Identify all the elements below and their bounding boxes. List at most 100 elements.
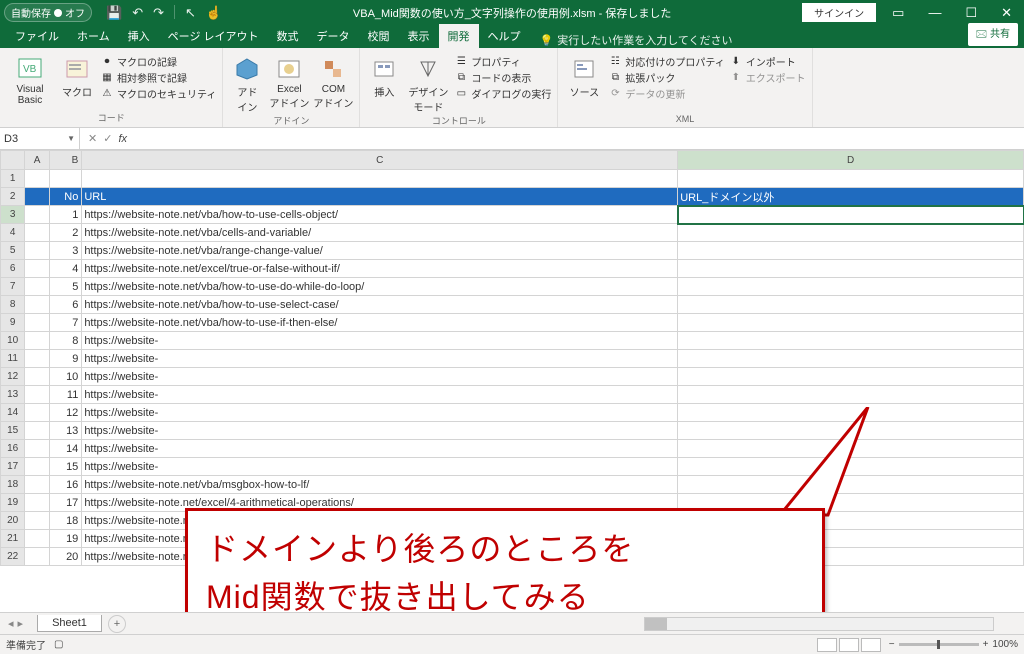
- row-header[interactable]: 19: [1, 494, 25, 512]
- cell[interactable]: 11: [49, 386, 82, 404]
- row-header[interactable]: 5: [1, 242, 25, 260]
- row-header[interactable]: 15: [1, 422, 25, 440]
- macro-security-button[interactable]: ⚠マクロのセキュリティ: [100, 86, 216, 101]
- row-header[interactable]: 3: [1, 206, 25, 224]
- signin-button[interactable]: サインイン: [802, 3, 876, 22]
- cell[interactable]: https://website-note.net/excel/true-or-f…: [82, 260, 678, 278]
- visual-basic-button[interactable]: VB Visual Basic: [6, 52, 54, 106]
- cell[interactable]: [25, 548, 49, 566]
- cell[interactable]: 6: [49, 296, 82, 314]
- cell[interactable]: [25, 296, 49, 314]
- cell[interactable]: 20: [49, 548, 82, 566]
- relative-ref-button[interactable]: ▦相対参照で記録: [100, 70, 216, 85]
- row-header[interactable]: 11: [1, 350, 25, 368]
- zoom-control[interactable]: − + 100%: [889, 639, 1018, 650]
- tab-file[interactable]: ファイル: [6, 24, 68, 48]
- pointer-icon[interactable]: ↖: [185, 5, 196, 21]
- row-header[interactable]: 16: [1, 440, 25, 458]
- tab-insert[interactable]: 挿入: [119, 24, 159, 48]
- map-properties-button[interactable]: ☷対応付けのプロパティ: [608, 54, 724, 69]
- tab-data[interactable]: データ: [308, 24, 359, 48]
- view-pagebreak-button[interactable]: [861, 638, 881, 652]
- fx-icon[interactable]: fx: [118, 133, 127, 145]
- share-button[interactable]: 🖂 共有: [968, 23, 1018, 46]
- column-header-b[interactable]: B: [49, 151, 82, 170]
- row-header[interactable]: 13: [1, 386, 25, 404]
- row-header[interactable]: 7: [1, 278, 25, 296]
- cell[interactable]: 2: [49, 224, 82, 242]
- sheet-nav-next-icon[interactable]: ▸: [18, 617, 24, 630]
- cell[interactable]: https://website-note.net/vba/how-to-use-…: [82, 278, 678, 296]
- zoom-out-icon[interactable]: −: [889, 639, 895, 650]
- enter-formula-icon[interactable]: ✓: [103, 132, 112, 145]
- hscroll-thumb[interactable]: [645, 618, 667, 630]
- row-header[interactable]: 20: [1, 512, 25, 530]
- expansion-pack-button[interactable]: ⧉拡張パック: [608, 70, 724, 85]
- name-box[interactable]: D3 ▼: [0, 128, 80, 149]
- row-header[interactable]: 17: [1, 458, 25, 476]
- cell[interactable]: [25, 206, 49, 224]
- cell[interactable]: 14: [49, 440, 82, 458]
- add-sheet-button[interactable]: +: [108, 615, 126, 633]
- zoom-slider[interactable]: [899, 643, 979, 646]
- cell[interactable]: https://website-: [82, 350, 678, 368]
- sheet-tab-active[interactable]: Sheet1: [37, 615, 102, 632]
- row-header[interactable]: 21: [1, 530, 25, 548]
- cell[interactable]: [25, 512, 49, 530]
- zoom-value[interactable]: 100%: [992, 639, 1018, 650]
- tab-review[interactable]: 校閲: [359, 24, 399, 48]
- maximize-icon[interactable]: ☐: [957, 5, 985, 21]
- cell[interactable]: [678, 386, 1024, 404]
- undo-icon[interactable]: ↶: [132, 5, 143, 21]
- column-header-c[interactable]: C: [82, 151, 678, 170]
- cell[interactable]: [25, 368, 49, 386]
- cell[interactable]: 10: [49, 368, 82, 386]
- cell[interactable]: [25, 440, 49, 458]
- macros-button[interactable]: マクロ: [58, 52, 96, 99]
- cell[interactable]: [25, 314, 49, 332]
- insert-control-button[interactable]: 挿入: [366, 52, 402, 99]
- column-header-a[interactable]: A: [25, 151, 49, 170]
- chevron-down-icon[interactable]: ▼: [67, 134, 75, 143]
- row-header[interactable]: 22: [1, 548, 25, 566]
- cell[interactable]: https://website-note.net/vba/how-to-use-…: [82, 296, 678, 314]
- cell[interactable]: 8: [49, 332, 82, 350]
- tab-help[interactable]: ヘルプ: [479, 24, 530, 48]
- cell[interactable]: [678, 278, 1024, 296]
- cell[interactable]: https://website-: [82, 458, 678, 476]
- tab-pagelayout[interactable]: ページ レイアウト: [159, 24, 268, 48]
- cell[interactable]: 15: [49, 458, 82, 476]
- cell[interactable]: [25, 278, 49, 296]
- minimize-icon[interactable]: —: [920, 5, 949, 20]
- cell[interactable]: [678, 242, 1024, 260]
- cell[interactable]: https://website-: [82, 440, 678, 458]
- cell[interactable]: [25, 350, 49, 368]
- cell[interactable]: 1: [49, 206, 82, 224]
- cancel-formula-icon[interactable]: ✕: [88, 132, 97, 145]
- run-dialog-button[interactable]: ▭ダイアログの実行: [454, 86, 551, 101]
- cell[interactable]: 4: [49, 260, 82, 278]
- cell[interactable]: 9: [49, 350, 82, 368]
- view-pagelayout-button[interactable]: [839, 638, 859, 652]
- tab-formulas[interactable]: 数式: [268, 24, 308, 48]
- cell[interactable]: 17: [49, 494, 82, 512]
- tell-me-search[interactable]: 💡 実行したい作業を入力してください: [540, 32, 733, 48]
- row-header[interactable]: 1: [1, 170, 25, 188]
- cell[interactable]: [25, 260, 49, 278]
- tab-developer[interactable]: 開発: [439, 24, 479, 48]
- cell[interactable]: 3: [49, 242, 82, 260]
- spreadsheet-grid[interactable]: A B C D 12NoURLURL_ドメイン以外31https://websi…: [0, 150, 1024, 566]
- redo-icon[interactable]: ↷: [153, 5, 164, 21]
- refresh-data-button[interactable]: ⟳データの更新: [608, 86, 724, 101]
- row-header[interactable]: 12: [1, 368, 25, 386]
- cell[interactable]: [25, 404, 49, 422]
- cell[interactable]: [25, 458, 49, 476]
- addins-button[interactable]: アド イン: [229, 52, 265, 114]
- zoom-in-icon[interactable]: +: [983, 639, 989, 650]
- cell[interactable]: https://website-note.net/vba/msgbox-how-…: [82, 476, 678, 494]
- row-header[interactable]: 8: [1, 296, 25, 314]
- row-header[interactable]: 10: [1, 332, 25, 350]
- cell[interactable]: 13: [49, 422, 82, 440]
- cell[interactable]: [25, 476, 49, 494]
- row-header[interactable]: 2: [1, 188, 25, 206]
